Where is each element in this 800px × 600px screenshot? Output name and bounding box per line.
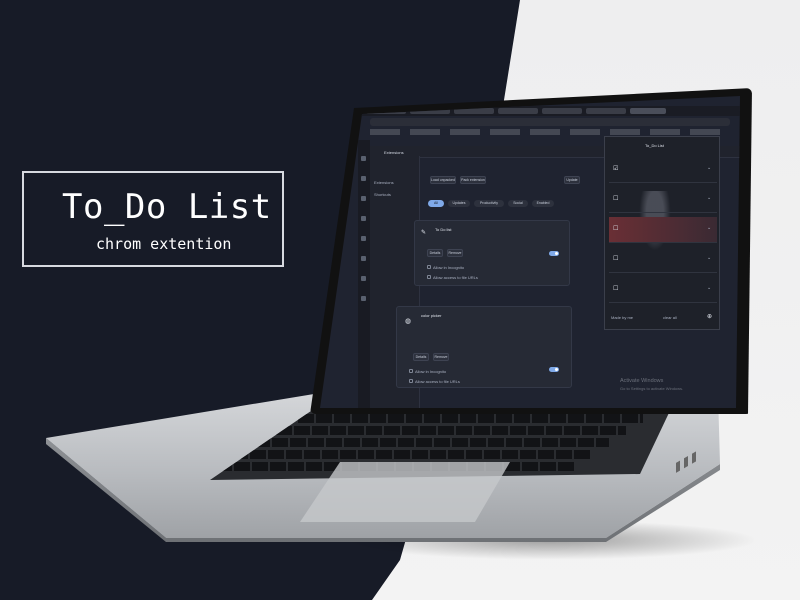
todo-item[interactable]: ☐ ⌄ xyxy=(609,277,717,303)
chevron-down-icon[interactable]: ⌄ xyxy=(707,285,711,291)
filter-chip-all[interactable]: All xyxy=(428,200,444,207)
sidebar-icon[interactable] xyxy=(361,176,366,181)
check-icon[interactable]: ☑ xyxy=(613,165,618,172)
bookmarks-bar xyxy=(370,129,730,135)
file-urls-label: Allow access to file URLs xyxy=(415,379,460,384)
todo-item[interactable]: ☐ ⌄ xyxy=(609,247,717,273)
browser-tab[interactable] xyxy=(586,108,626,114)
page-title: Extensions xyxy=(384,150,404,155)
promo-title-box: To_Do List chrom extention xyxy=(22,171,284,267)
key-row xyxy=(276,426,626,435)
extension-name: To Do list xyxy=(435,227,452,232)
sidebar-icon[interactable] xyxy=(361,256,366,261)
checkbox-icon[interactable]: ☐ xyxy=(613,225,618,232)
popup-title: To_Do List xyxy=(645,143,664,148)
filter-chip-social[interactable]: Social xyxy=(508,200,528,207)
activate-windows-watermark: Activate Windows xyxy=(620,378,664,384)
promo-title: To_Do List xyxy=(62,187,272,227)
activate-windows-hint: Go to Settings to activate Windows. xyxy=(620,386,684,391)
remove-button[interactable]: Remove xyxy=(433,353,449,361)
chevron-down-icon[interactable]: ⌄ xyxy=(707,255,711,261)
key-row xyxy=(254,438,609,447)
checkbox-icon[interactable]: ☐ xyxy=(613,285,618,292)
details-button[interactable]: Details xyxy=(413,353,429,361)
chevron-down-icon[interactable]: ⌄ xyxy=(707,225,711,231)
chevron-down-icon[interactable]: ⌄ xyxy=(707,195,711,201)
sidebar-icon[interactable] xyxy=(361,276,366,281)
enable-toggle[interactable] xyxy=(549,251,559,256)
clear-all-button[interactable]: clear all xyxy=(663,315,677,320)
enable-toggle[interactable] xyxy=(549,367,559,372)
sidebar-icon[interactable] xyxy=(361,196,366,201)
extension-icon: ✎ xyxy=(421,230,427,236)
filter-chip-updates[interactable]: Updates xyxy=(448,200,470,207)
sidebar-icon[interactable] xyxy=(361,156,366,161)
load-unpacked-button[interactable]: Load unpacked xyxy=(430,176,456,184)
browser-tab[interactable] xyxy=(498,108,538,114)
file-urls-checkbox[interactable] xyxy=(409,379,413,383)
update-button[interactable]: Update xyxy=(564,176,580,184)
address-bar[interactable] xyxy=(370,118,730,126)
promo-subtitle: chrom extention xyxy=(96,235,232,253)
sidebar-icon[interactable] xyxy=(361,236,366,241)
todo-item[interactable]: ☑ ⌄ xyxy=(609,157,717,183)
todo-popup: To_Do List ☑ ⌄ ☐ ⌄ ☐ ⌄ ☐ ⌄ ☐ ⌄ Made by m… xyxy=(604,136,720,330)
laptop-screen: Extensions Extensions Shortcuts Load unp… xyxy=(320,96,740,408)
checkbox-icon[interactable]: ☐ xyxy=(613,255,618,262)
incognito-label: Allow in Incognito xyxy=(415,369,447,374)
color-picker-icon: ◍ xyxy=(405,318,412,325)
key-row xyxy=(298,414,643,423)
sidebar-icon[interactable] xyxy=(361,216,366,221)
incognito-checkbox[interactable] xyxy=(427,265,431,269)
key-row xyxy=(232,450,592,459)
remove-button[interactable]: Remove xyxy=(447,249,463,257)
incognito-checkbox[interactable] xyxy=(409,369,413,373)
extension-card: ✎ To Do list Details Remove Allow in Inc… xyxy=(414,220,570,286)
filter-chip-productivity[interactable]: Productivity xyxy=(474,200,504,207)
browser-tab-active[interactable] xyxy=(630,108,666,114)
popup-footer-credit: Made by me xyxy=(611,315,634,320)
pack-extension-button[interactable]: Pack extension xyxy=(460,176,486,184)
sidebar-icon[interactable] xyxy=(361,296,366,301)
details-button[interactable]: Details xyxy=(427,249,443,257)
sidenav-item-shortcuts[interactable]: Shortcuts xyxy=(374,192,391,197)
chevron-down-icon[interactable]: ⌄ xyxy=(707,165,711,171)
incognito-label: Allow in Incognito xyxy=(433,265,465,270)
extension-card: ◍ color picker Details Remove Allow in I… xyxy=(396,306,572,388)
add-icon[interactable]: ⊕ xyxy=(707,313,712,320)
file-urls-label: Allow access to file URLs xyxy=(433,275,478,280)
checkbox-icon[interactable]: ☐ xyxy=(613,195,618,202)
todo-item[interactable]: ☐ ⌄ xyxy=(609,187,717,213)
extension-name: color picker xyxy=(421,313,442,318)
sidenav-item-extensions[interactable]: Extensions xyxy=(374,180,394,185)
filter-chip-enabled[interactable]: Enabled xyxy=(532,200,554,207)
browser-tab[interactable] xyxy=(542,108,582,114)
file-urls-checkbox[interactable] xyxy=(427,275,431,279)
todo-item-highlighted[interactable]: ☐ ⌄ xyxy=(609,217,717,243)
